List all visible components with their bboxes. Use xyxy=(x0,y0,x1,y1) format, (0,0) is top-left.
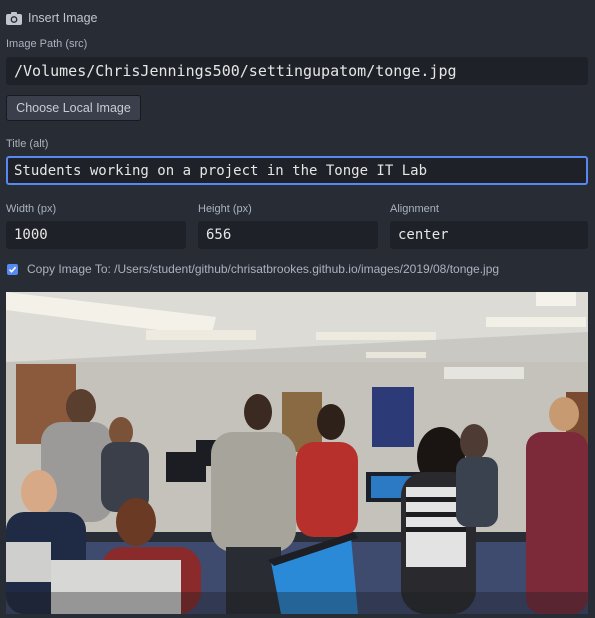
camera-icon xyxy=(6,11,22,25)
alt-input[interactable]: Students working on a project in the Ton… xyxy=(6,156,588,185)
image-preview xyxy=(6,292,588,614)
height-label: Height (px) xyxy=(198,203,252,215)
panel-title: Insert Image xyxy=(28,11,98,25)
copy-image-checkbox[interactable] xyxy=(7,264,18,275)
classroom-photo xyxy=(6,292,588,614)
width-input[interactable]: 1000 xyxy=(6,221,186,249)
panel-title-row: Insert Image xyxy=(6,9,97,27)
choose-local-image-button[interactable]: Choose Local Image xyxy=(6,95,141,121)
checkmark-icon xyxy=(8,266,17,273)
src-input[interactable]: /Volumes/ChrisJennings500/settingupatom/… xyxy=(6,57,588,85)
height-input[interactable]: 656 xyxy=(198,221,378,249)
alt-label: Title (alt) xyxy=(6,138,49,150)
alignment-label: Alignment xyxy=(390,203,439,215)
alignment-select[interactable]: center xyxy=(390,221,588,249)
width-label: Width (px) xyxy=(6,203,57,215)
copy-image-label: Copy Image To: /Users/student/github/chr… xyxy=(27,262,500,276)
src-label: Image Path (src) xyxy=(6,38,88,50)
